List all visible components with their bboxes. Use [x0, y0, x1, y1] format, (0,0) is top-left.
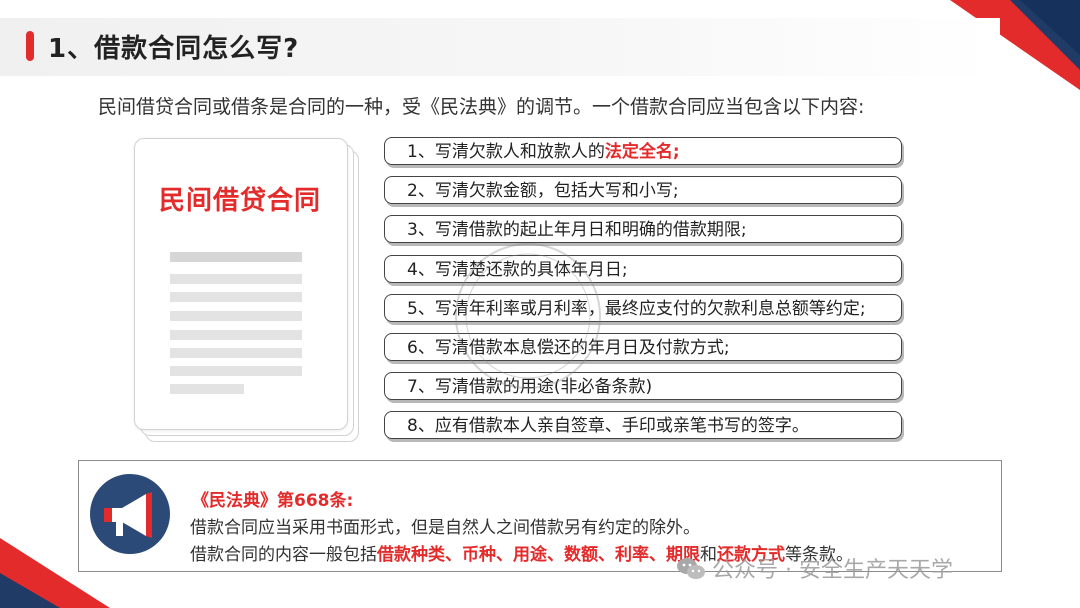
list-item-text: 2、写清欠款金额，包括大写和小写;	[407, 181, 679, 201]
document-line	[170, 384, 244, 394]
document-line	[170, 348, 302, 358]
law-line-1: 借款合同应当采用书面形式，但是自然人之间借款另有约定的除外。	[190, 518, 700, 538]
document-line	[170, 252, 302, 262]
wechat-icon	[677, 558, 705, 579]
list-item: 8、应有借款本人亲自签章、手印或亲笔书写的签字。	[384, 411, 902, 439]
watermark-text: 公众号 · 安全生产天天学	[712, 558, 953, 583]
document-line	[170, 292, 302, 302]
document-line	[170, 366, 302, 376]
list-item-text: 1、写清欠款人和放款人的	[407, 142, 605, 162]
stamp-watermark	[455, 243, 601, 389]
intro-text: 民间借贷合同或借条是合同的一种，受《民法典》的调节。一个借款合同应当包含以下内容…	[98, 96, 865, 118]
page-title: 1、借款合同怎么写?	[48, 34, 300, 64]
list-item-highlight: 法定全名;	[604, 142, 680, 162]
document-line	[170, 311, 302, 321]
document-title: 民间借贷合同	[158, 186, 321, 216]
list-item: 2、写清欠款金额，包括大写和小写;	[384, 176, 902, 204]
list-item: 1、写清欠款人和放款人的法定全名;	[384, 137, 902, 165]
megaphone-icon	[104, 492, 152, 538]
document-line	[170, 274, 302, 284]
law-heading: 《民法典》第668条:	[192, 491, 354, 511]
law-line-2-highlight: 借款种类、币种、用途、数额、利率、期限	[377, 545, 700, 565]
title-accent-bar	[26, 31, 34, 61]
law-line-2-text: 借款合同的内容一般包括	[190, 545, 377, 565]
list-item-text: 8、应有借款本人亲自签章、手印或亲笔书写的签字。	[407, 416, 809, 436]
document-line	[170, 330, 302, 340]
